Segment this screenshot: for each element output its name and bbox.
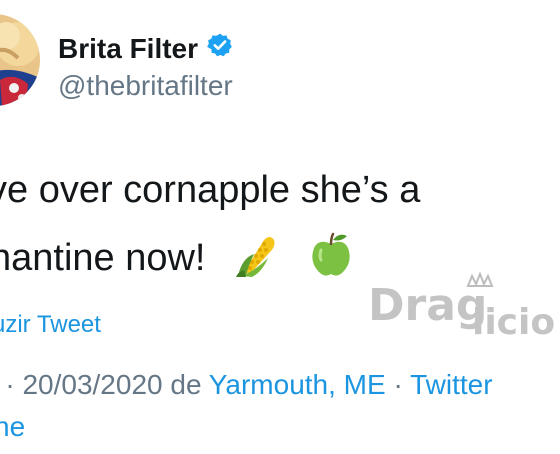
profile-avatar[interactable] [0,14,40,106]
author-name-row[interactable]: Brita Filter [58,32,233,66]
corn-emoji [234,232,280,288]
tweet-source-link[interactable]: Twitter [410,369,492,400]
tweet-location-link[interactable]: Yarmouth, ME [209,369,386,400]
tweet-text-line-2: hantine now! [0,232,353,288]
author-handle[interactable]: @thebritafilter [58,69,233,103]
green-apple-emoji [309,232,353,288]
tweet-meta: 7 · 20/03/2020 de Yarmouth, ME · Twitter [0,368,493,402]
tweet-screenshot: Brita Filter @thebritafilter ve over cor… [0,0,560,454]
draglicious-watermark: Drag licio [366,271,560,352]
tweet-text-line-2-text: hantine now! [0,237,206,280]
svg-text:Drag: Drag [368,280,487,331]
display-name[interactable]: Brita Filter [58,32,198,66]
verified-badge-icon [207,32,233,66]
tweet-source-link-continued[interactable]: ne [0,410,25,444]
tweet-text-line-1: ve over cornapple she’s a [0,169,421,211]
svg-text:licio: licio [472,302,555,343]
meta-separator: · [385,369,411,400]
tweet-timestamp[interactable]: 7 · 20/03/2020 de [0,369,209,400]
translate-tweet-link[interactable]: uzir Tweet [0,310,101,340]
